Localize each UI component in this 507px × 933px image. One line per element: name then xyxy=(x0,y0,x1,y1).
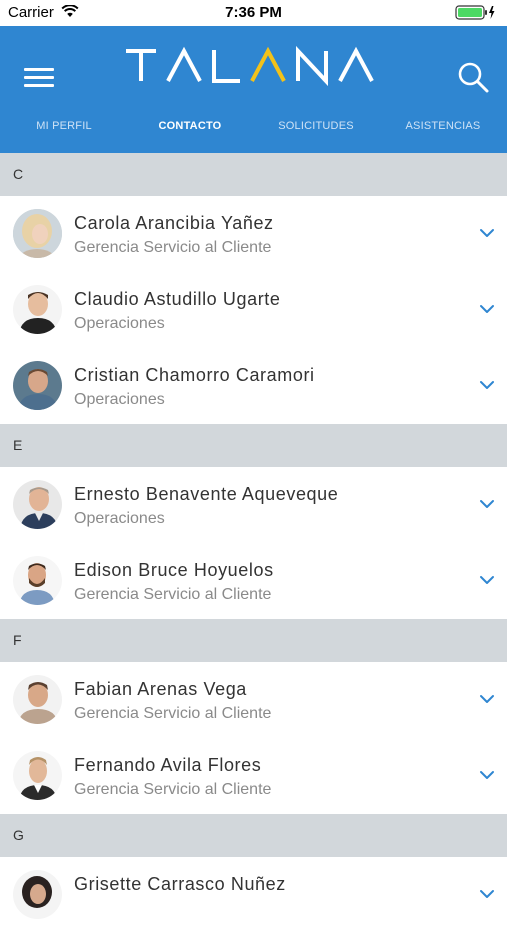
contact-department: Operaciones xyxy=(74,391,165,408)
chevron-down-icon[interactable] xyxy=(476,767,498,783)
clock: 7:36 PM xyxy=(225,4,282,21)
talana-logo xyxy=(126,46,374,86)
chevron-down-icon[interactable] xyxy=(476,496,498,512)
contact-name: Claudio Astudillo Ugarte xyxy=(74,289,281,309)
contact-row[interactable]: Claudio Astudillo Ugarte Operaciones xyxy=(0,272,507,348)
contact-list: C Carola Arancibia Yañez Gerencia Servic… xyxy=(0,153,507,933)
status-bar: Carrier 7:36 PM xyxy=(0,0,507,26)
section-header-f: F xyxy=(0,619,507,662)
contact-department: Gerencia Servicio al Cliente xyxy=(74,586,272,603)
chevron-down-icon[interactable] xyxy=(476,377,498,393)
contact-name: Cristian Chamorro Caramori xyxy=(74,365,315,385)
chevron-down-icon[interactable] xyxy=(476,572,498,588)
tab-contacto[interactable]: CONTACTO xyxy=(127,120,253,132)
avatar xyxy=(13,285,62,334)
menu-line xyxy=(24,68,54,71)
contact-name: Carola Arancibia Yañez xyxy=(74,213,274,233)
menu-line xyxy=(24,84,54,87)
avatar xyxy=(13,556,62,605)
chevron-down-icon[interactable] xyxy=(476,301,498,317)
contact-name: Grisette Carrasco Nuñez xyxy=(74,874,286,894)
avatar xyxy=(13,480,62,529)
tab-bar: MI PERFIL CONTACTO SOLICITUDES ASISTENCI… xyxy=(0,120,507,140)
contact-row[interactable]: Fernando Avila Flores Gerencia Servicio … xyxy=(0,738,507,814)
avatar xyxy=(13,209,62,258)
section-header-c: C xyxy=(0,153,507,196)
chevron-down-icon[interactable] xyxy=(476,691,498,707)
contact-department: Gerencia Servicio al Cliente xyxy=(74,239,272,256)
contact-department: Operaciones xyxy=(74,315,165,332)
contact-name: Edison Bruce Hoyuelos xyxy=(74,560,274,580)
tab-asistencias[interactable]: ASISTENCIAS xyxy=(380,120,506,132)
chevron-down-icon[interactable] xyxy=(476,225,498,241)
search-icon[interactable] xyxy=(456,60,490,94)
tab-solicitudes[interactable]: SOLICITUDES xyxy=(253,120,379,132)
tab-mi-perfil[interactable]: MI PERFIL xyxy=(1,120,127,132)
contact-name: Fernando Avila Flores xyxy=(74,755,262,775)
section-letter: F xyxy=(13,632,22,648)
contact-row[interactable]: Cristian Chamorro Caramori Operaciones xyxy=(0,348,507,424)
contact-department: Gerencia Servicio al Cliente xyxy=(74,781,272,798)
section-header-e: E xyxy=(0,424,507,467)
battery-icon xyxy=(455,5,495,20)
avatar xyxy=(13,361,62,410)
menu-button[interactable] xyxy=(24,66,56,90)
contact-row[interactable]: Fabian Arenas Vega Gerencia Servicio al … xyxy=(0,662,507,738)
contact-name: Ernesto Benavente Aqueveque xyxy=(74,484,339,504)
contact-name: Fabian Arenas Vega xyxy=(74,679,247,699)
section-header-g: G xyxy=(0,814,507,857)
avatar xyxy=(13,675,62,724)
avatar xyxy=(13,870,62,919)
contact-row[interactable]: Carola Arancibia Yañez Gerencia Servicio… xyxy=(0,196,507,272)
app-header: MI PERFIL CONTACTO SOLICITUDES ASISTENCI… xyxy=(0,26,507,153)
section-letter: G xyxy=(13,827,24,843)
section-letter: E xyxy=(13,437,23,453)
contact-department: Gerencia Servicio al Cliente xyxy=(74,705,272,722)
contact-department: Operaciones xyxy=(74,510,165,527)
section-letter: C xyxy=(13,166,24,182)
contact-row[interactable]: Grisette Carrasco Nuñez xyxy=(0,857,507,933)
contact-row[interactable]: Ernesto Benavente Aqueveque Operaciones xyxy=(0,467,507,543)
contact-row[interactable]: Edison Bruce Hoyuelos Gerencia Servicio … xyxy=(0,543,507,619)
menu-line xyxy=(24,76,54,79)
avatar xyxy=(13,751,62,800)
